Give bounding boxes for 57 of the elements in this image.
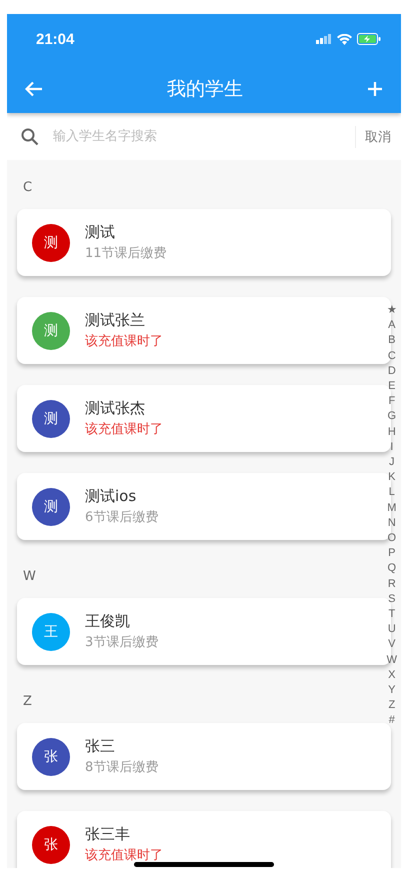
lesson-note: 该充值课时了 xyxy=(85,847,163,864)
student-name: 测试张兰 xyxy=(85,311,146,330)
lesson-note: 8节课后缴费 xyxy=(85,759,158,776)
index-letter[interactable]: B xyxy=(388,333,396,349)
index-letter[interactable]: R xyxy=(388,576,396,592)
section-header: C xyxy=(22,179,34,197)
student-card[interactable]: 测 测试 11节课后缴费 xyxy=(17,209,391,276)
student-name: 张三 xyxy=(85,737,116,756)
cancel-button[interactable]: 取消 xyxy=(355,113,401,160)
index-letter[interactable]: S xyxy=(388,592,396,608)
student-name: 测试张杰 xyxy=(85,399,146,418)
lesson-note: 3节课后缴费 xyxy=(85,634,158,651)
lesson-note: 该充值课时了 xyxy=(85,421,163,438)
index-letter[interactable]: J xyxy=(389,455,395,470)
student-avatar: 王 xyxy=(32,612,70,650)
index-letter[interactable]: E xyxy=(388,379,396,394)
index-letter[interactable]: I xyxy=(390,440,394,456)
student-avatar: 测 xyxy=(32,400,70,438)
index-letter[interactable]: P xyxy=(388,546,396,562)
signal-icon xyxy=(316,34,332,44)
lesson-note: 11节课后缴费 xyxy=(85,245,167,262)
plus-icon xyxy=(367,80,383,96)
index-letter[interactable]: Z xyxy=(388,698,396,714)
student-avatar: 张 xyxy=(32,826,70,864)
student-name: 测试 xyxy=(85,223,116,242)
student-avatar: 测 xyxy=(32,488,70,526)
index-letter[interactable]: X xyxy=(388,668,396,684)
index-letter[interactable]: Y xyxy=(388,683,396,698)
back-arrow-icon xyxy=(25,80,43,96)
student-name: 王俊凯 xyxy=(85,612,131,631)
student-name: 张三丰 xyxy=(85,825,131,844)
index-letter[interactable]: F xyxy=(388,394,396,410)
index-letter[interactable]: T xyxy=(388,607,396,622)
index-letter[interactable]: L xyxy=(388,485,395,501)
student-card[interactable]: 张 张三丰 该充值课时了 xyxy=(17,811,391,868)
student-avatar: 张 xyxy=(32,738,70,776)
student-avatar: 测 xyxy=(32,312,70,350)
status-time: 21:04 xyxy=(36,30,74,48)
student-avatar: 测 xyxy=(32,224,70,262)
index-letter[interactable]: Q xyxy=(388,561,396,577)
student-card[interactable]: 张 张三 8节课后缴费 xyxy=(17,723,391,790)
student-name: 测试ios xyxy=(85,487,138,506)
search-field[interactable]: 输入学生名字搜索 xyxy=(7,113,355,160)
index-letter[interactable]: K xyxy=(388,470,396,486)
index-letter[interactable]: # xyxy=(388,713,395,729)
search-icon xyxy=(21,128,39,146)
battery-icon xyxy=(357,33,381,45)
index-letter[interactable]: D xyxy=(388,364,396,380)
wifi-icon xyxy=(337,34,352,44)
index-letter[interactable]: V xyxy=(388,637,396,653)
lesson-note: 6节课后缴费 xyxy=(85,509,158,526)
lesson-note: 该充值课时了 xyxy=(85,333,163,350)
section-header: W xyxy=(22,568,37,586)
page-title: 我的学生 xyxy=(167,76,243,102)
index-letter[interactable]: A xyxy=(388,318,396,334)
search-input[interactable]: 输入学生名字搜索 xyxy=(51,128,355,145)
section-header: Z xyxy=(22,693,33,711)
